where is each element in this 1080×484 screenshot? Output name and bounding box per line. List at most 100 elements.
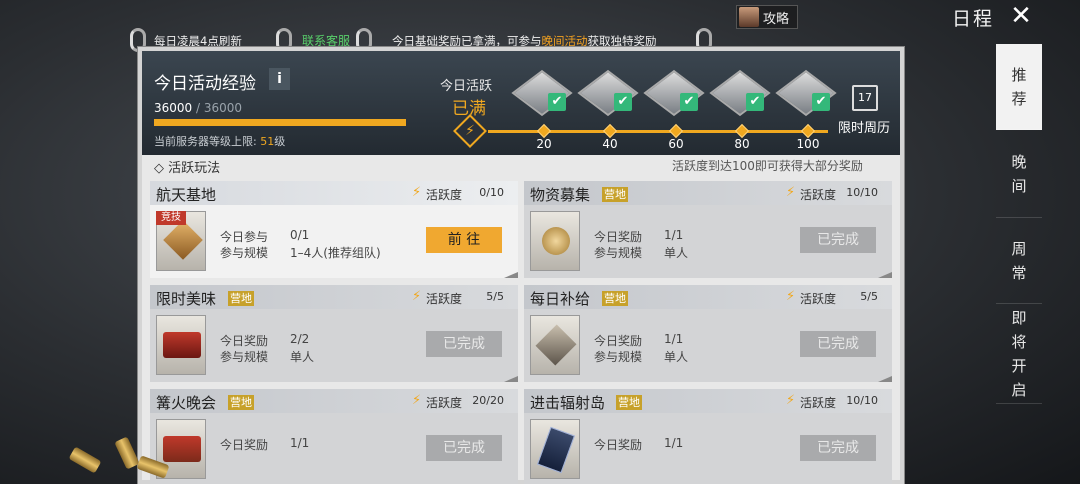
camp-tag: 营地	[228, 291, 254, 306]
row-label: 参与规模	[594, 246, 643, 260]
milestone-reward-chest[interactable]: ✔	[709, 69, 771, 117]
activity-label: 活跃度	[800, 292, 837, 306]
check-icon: ✔	[746, 93, 764, 111]
milestone-reward-chest[interactable]: ✔	[511, 69, 573, 117]
completed-button[interactable]: 已完成	[426, 435, 502, 461]
row-label: 今日奖励	[220, 334, 269, 348]
check-icon: ✔	[812, 93, 830, 111]
completed-button[interactable]: 已完成	[800, 435, 876, 461]
tab-weekly[interactable]: 周常	[996, 218, 1042, 304]
check-icon: ✔	[614, 93, 632, 111]
activity-label: 活跃度	[426, 292, 463, 306]
milestone-marker	[536, 123, 552, 139]
card-title: 物资募集	[530, 186, 591, 204]
card-title: 限时美味	[156, 290, 217, 308]
weekly-calendar-label[interactable]: 限时周历	[838, 117, 890, 136]
milestone-marker	[602, 123, 618, 139]
page-title: 日程	[952, 8, 995, 30]
activity-card-limited-feast[interactable]: 限时美味 营地 ⚡ 活跃度 5/5 今日奖励 2/2 参与规模 单人 已完成	[150, 285, 518, 382]
experience-progress-fill	[154, 119, 406, 126]
row-label: 参与规模	[594, 350, 643, 364]
bolt-icon: ⚡	[786, 393, 796, 408]
bolt-icon: ⚡	[786, 185, 796, 200]
activity-value: 10/10	[846, 394, 878, 407]
activity-label: 活跃度	[426, 396, 463, 410]
camp-tag: 营地	[602, 291, 628, 306]
activity-value: 5/5	[486, 290, 504, 303]
activity-card-radiation-island[interactable]: 进击辐射岛 营地 ⚡ 活跃度 10/10 今日奖励 1/1 已完成	[524, 389, 892, 484]
go-button[interactable]: 前 往	[426, 227, 502, 253]
bolt-icon: ⚡	[412, 289, 422, 304]
guide-button[interactable]: 攻略	[736, 5, 799, 29]
section-title: ◇ 活跃玩法	[154, 161, 221, 176]
supply-box-icon	[156, 315, 206, 375]
activity-label: 活跃度	[426, 188, 463, 202]
experience-progress-bar	[154, 119, 406, 126]
tab-evening[interactable]: 晚间	[996, 130, 1042, 218]
bullet-decoration	[68, 446, 102, 474]
row-value: 单人	[664, 350, 689, 364]
activity-card-bonfire-party[interactable]: 篝火晚会 营地 ⚡ 活跃度 20/20 今日奖励 1/1 已完成	[150, 389, 518, 484]
row-value: 单人	[664, 246, 689, 260]
milestone-value: 80	[734, 137, 750, 151]
row-value: 2/2	[290, 332, 310, 346]
activity-value: 10/10	[846, 186, 878, 199]
camp-tag: 营地	[616, 395, 642, 410]
completed-button[interactable]: 已完成	[800, 331, 876, 357]
row-value: 1–4人(推荐组队)	[290, 246, 381, 260]
milestone-value: 40	[602, 137, 618, 151]
bolt-icon: ⚡	[786, 289, 796, 304]
guide-label: 攻略	[763, 11, 790, 27]
activity-value: 5/5	[860, 290, 878, 303]
card-title: 进击辐射岛	[530, 394, 606, 412]
evening-event-link[interactable]: 晚间活动	[542, 34, 588, 48]
activity-value: 0/10	[479, 186, 504, 199]
experience-title: 今日活动经验	[154, 74, 256, 94]
milestone-reward-chest[interactable]: ✔	[775, 69, 837, 117]
bullet-decoration	[114, 436, 140, 470]
row-value: 1/1	[664, 436, 684, 450]
milestone-marker	[800, 123, 816, 139]
row-label: 参与规模	[220, 350, 269, 364]
row-label: 今日参与	[220, 230, 269, 244]
tab-upcoming[interactable]: 即将开启	[996, 304, 1042, 404]
row-label: 今日奖励	[594, 334, 643, 348]
completed-button[interactable]: 已完成	[426, 331, 502, 357]
row-value: 1/1	[664, 332, 684, 346]
row-label: 今日奖励	[220, 438, 269, 452]
tab-recommended[interactable]: 推荐	[996, 44, 1042, 130]
activity-card-space-base[interactable]: 航天基地 ⚡ 活跃度 0/10 竞技 今日参与 0/1 参与规模 1–4人(推荐…	[150, 181, 518, 278]
avatar	[739, 7, 759, 27]
card-title: 篝火晚会	[156, 394, 217, 412]
coin-icon	[530, 211, 580, 271]
check-icon: ✔	[548, 93, 566, 111]
bolt-icon: ⚡	[412, 185, 422, 200]
row-label: 今日奖励	[594, 230, 643, 244]
milestone-reward-chest[interactable]: ✔	[577, 69, 639, 117]
section-hint: 活跃度到达100即可获得大部分奖励	[672, 159, 863, 173]
activity-card-supply-drive[interactable]: 物资募集 营地 ⚡ 活跃度 10/10 今日奖励 1/1 参与规模 单人 已完成	[524, 181, 892, 278]
row-value: 单人	[290, 350, 315, 364]
completed-button[interactable]: 已完成	[800, 227, 876, 253]
activity-card-daily-supply[interactable]: 每日补给 营地 ⚡ 活跃度 5/5 今日奖励 1/1 参与规模 单人 已完成	[524, 285, 892, 382]
milestone-reward-chest[interactable]: ✔	[643, 69, 705, 117]
milestone-marker	[734, 123, 750, 139]
experience-header: 今日活动经验 i 36000 / 36000 当前服务器等级上限: 51级 今日…	[142, 51, 900, 155]
activity-label: 活跃度	[800, 188, 837, 202]
row-value: 1/1	[664, 228, 684, 242]
calendar-icon[interactable]: 17	[852, 85, 878, 111]
server-level-limit: 当前服务器等级上限: 51级	[154, 135, 286, 148]
camp-tag: 营地	[228, 395, 254, 410]
info-icon[interactable]: i	[269, 68, 290, 90]
card-title: 航天基地	[156, 186, 217, 204]
bolt-icon: ⚡	[453, 114, 487, 148]
close-icon[interactable]: ✕	[1004, 2, 1038, 32]
card-title: 每日补给	[530, 290, 591, 308]
experience-value: 36000 / 36000	[154, 101, 243, 115]
activity-value: 20/20	[472, 394, 504, 407]
milestone-value: 20	[536, 137, 552, 151]
milestone-value: 60	[668, 137, 684, 151]
milestone-value: 100	[796, 137, 820, 151]
row-label: 今日奖励	[594, 438, 643, 452]
bolt-icon: ⚡	[412, 393, 422, 408]
